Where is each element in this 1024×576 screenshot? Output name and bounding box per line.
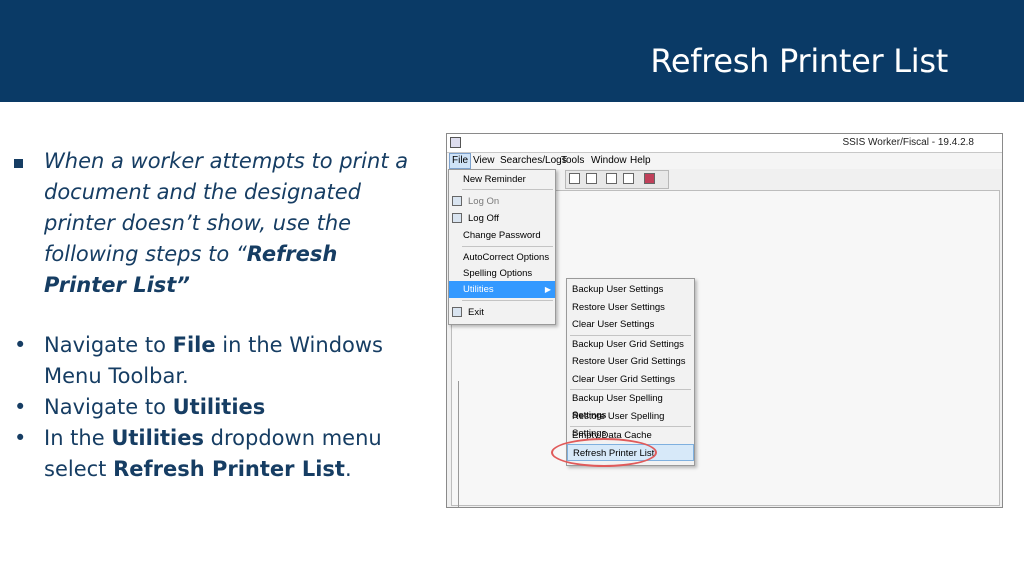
menu-item-backup-grid-settings[interactable]: Backup User Grid Settings xyxy=(567,336,694,353)
step-3: • In the Utilities dropdown menu select … xyxy=(14,423,414,485)
menu-file[interactable]: File xyxy=(449,153,472,169)
square-bullet-icon xyxy=(14,146,23,177)
menu-item-spelling[interactable]: Spelling Options xyxy=(449,265,555,282)
step-text: Navigate to xyxy=(44,395,173,419)
menu-item-restore-spelling-settings[interactable]: Restore User Spelling Settings xyxy=(567,408,694,439)
bullet-icon: • xyxy=(14,395,27,419)
step-text: In the xyxy=(44,426,112,450)
slide-title: Refresh Printer List xyxy=(650,42,948,80)
toolbar-icon[interactable] xyxy=(569,173,580,184)
app-screenshot: SSIS Worker/Fiscal - 19.4.2.8 File View … xyxy=(446,133,1003,508)
intro-text: When a worker attempts to print a docume… xyxy=(44,149,409,266)
menu-item-backup-spelling-settings[interactable]: Backup User Spelling Settings xyxy=(567,390,694,421)
menu-item-log-on[interactable]: Log On xyxy=(449,193,555,210)
menu-window[interactable]: Window xyxy=(589,154,629,168)
step-bold: Utilities xyxy=(172,395,266,419)
menu-item-restore-user-settings[interactable]: Restore User Settings xyxy=(567,299,694,316)
header-bar: Refresh Printer List xyxy=(0,0,1024,102)
menu-item-backup-user-settings[interactable]: Backup User Settings xyxy=(567,281,694,298)
step-text: . xyxy=(344,457,352,481)
intro-paragraph: When a worker attempts to print a docume… xyxy=(14,146,414,301)
menu-item-clear-user-settings[interactable]: Clear User Settings xyxy=(567,316,694,333)
menu-bar: File View Searches/Logs Tools Window Hel… xyxy=(447,153,1002,169)
splitter[interactable] xyxy=(458,381,459,507)
menu-item-label: Utilities xyxy=(463,284,494,295)
menu-item-new-reminder[interactable]: New Reminder xyxy=(449,171,555,188)
menu-view[interactable]: View xyxy=(471,154,497,168)
toolbar xyxy=(565,170,669,189)
toolbar-icon[interactable] xyxy=(644,173,655,184)
menu-item-restore-grid-settings[interactable]: Restore User Grid Settings xyxy=(567,353,694,370)
instructions: When a worker attempts to print a docume… xyxy=(14,146,414,485)
menu-tools[interactable]: Tools xyxy=(559,154,586,168)
window-titlebar: SSIS Worker/Fiscal - 19.4.2.8 xyxy=(447,134,1002,153)
log-off-icon xyxy=(452,213,462,223)
menu-help[interactable]: Help xyxy=(628,154,653,168)
menu-item-exit[interactable]: Exit xyxy=(449,304,555,321)
toolbar-icon[interactable] xyxy=(623,173,634,184)
step-bold: File xyxy=(172,333,216,357)
file-menu: New Reminder Log On Log Off Change Passw… xyxy=(448,169,556,325)
menu-item-label: Log Off xyxy=(468,213,499,224)
bullet-icon: • xyxy=(14,333,27,357)
toolbar-icon[interactable] xyxy=(586,173,597,184)
menu-item-log-off[interactable]: Log Off xyxy=(449,210,555,227)
step-bold: Utilities xyxy=(111,426,204,450)
menu-item-label: Exit xyxy=(468,307,484,318)
step-text: Navigate to xyxy=(44,333,173,357)
menu-item-change-password[interactable]: Change Password xyxy=(449,227,555,244)
log-on-icon xyxy=(452,196,462,206)
menu-item-clear-grid-settings[interactable]: Clear User Grid Settings xyxy=(567,371,694,388)
window-title: SSIS Worker/Fiscal - 19.4.2.8 xyxy=(842,137,974,148)
menu-item-label: Log On xyxy=(468,196,500,207)
bullet-icon: • xyxy=(14,426,27,450)
chevron-right-icon: ▶ xyxy=(544,285,551,294)
exit-icon xyxy=(452,307,462,317)
step-bold: Refresh Printer List xyxy=(113,457,345,481)
menu-item-autocorrect[interactable]: AutoCorrect Options xyxy=(449,249,555,266)
step-2: • Navigate to Utilities xyxy=(14,392,414,423)
menu-item-utilities[interactable]: Utilities ▶ xyxy=(449,281,555,298)
utilities-submenu: Backup User Settings Restore User Settin… xyxy=(566,278,695,466)
app-icon xyxy=(450,137,461,148)
annotation-circle xyxy=(551,438,657,467)
toolbar-icon[interactable] xyxy=(606,173,617,184)
step-1: • Navigate to File in the Windows Menu T… xyxy=(14,330,414,392)
